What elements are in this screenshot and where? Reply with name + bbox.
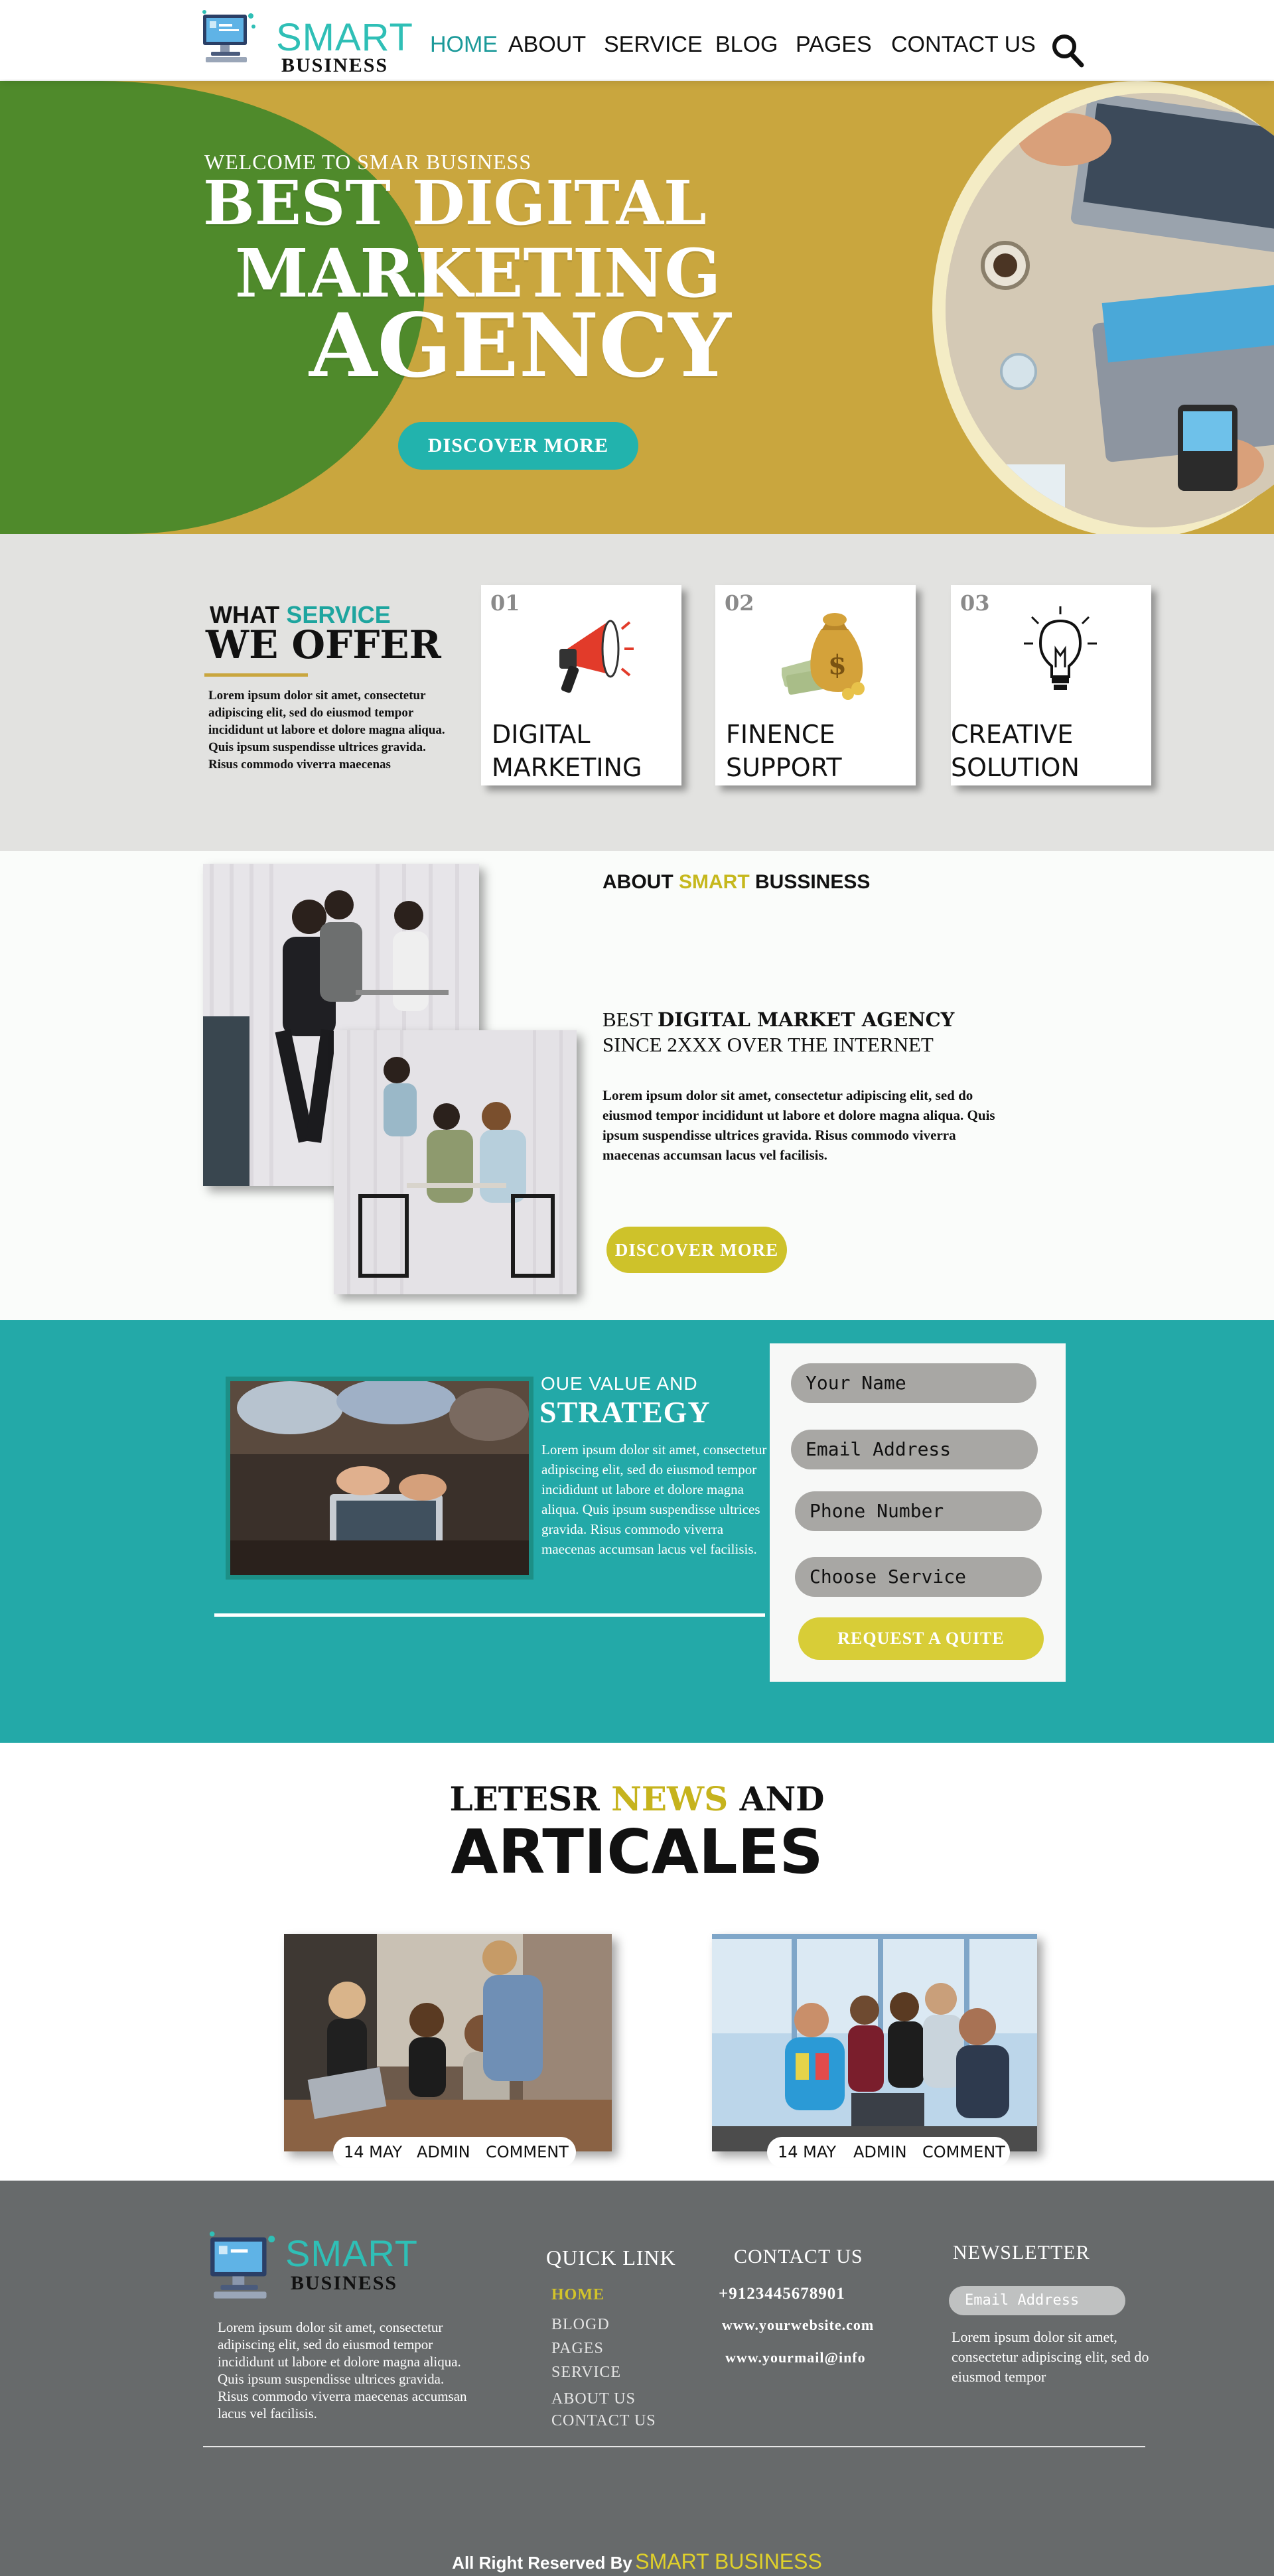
news-heading-letesr: LETESR <box>449 1779 600 1818</box>
footer-logo-business: BUSINESS <box>291 2272 398 2294</box>
nav-blog[interactable]: BLOG <box>715 33 778 56</box>
logo[interactable]: SMART BUSINESS <box>200 7 413 77</box>
footer-logo-smart: SMART <box>285 2232 418 2274</box>
service-card-title: FINENCE SUPPORT <box>726 718 842 784</box>
name-field[interactable]: Your Name <box>791 1363 1036 1403</box>
nav-pages[interactable]: PAGES <box>796 33 872 56</box>
footer-website[interactable]: www.yourwebsite.com <box>722 2317 874 2334</box>
footer-contact-title: CONTACT US <box>734 2246 863 2268</box>
hero-line-3: AGENCY <box>309 295 731 397</box>
service-card-title-line1: FINENCE <box>726 720 835 749</box>
about-subheading-line1: BEST DIGITAL MARKET AGENCY <box>602 1007 954 1032</box>
services-text: Lorem ipsum dolor sit amet, consectetur … <box>208 689 445 772</box>
about-subheading-bold: DIGITAL MARKET AGENCY <box>657 1008 955 1031</box>
megaphone-icon <box>559 620 634 693</box>
news-post-2-author[interactable]: ADMIN <box>853 2137 907 2167</box>
request-quote-button[interactable]: REQUEST A QUITE <box>798 1617 1044 1660</box>
footer-link-blogd[interactable]: BLOGD <box>551 2316 610 2334</box>
news-heading-line1: LETESR NEWS AND <box>0 1779 1274 1818</box>
news-post-1-image[interactable] <box>284 1934 612 2151</box>
about-photo-team-sitting <box>334 1030 577 1294</box>
email-field[interactable]: Email Address <box>791 1430 1038 1469</box>
service-card-creative-solution[interactable]: 03 CREATIVE SOLUTION <box>951 585 1151 785</box>
footer-link-service[interactable]: SERVICE <box>551 2364 621 2382</box>
service-card-number: 02 <box>725 590 754 616</box>
footer-about-text: Lorem ipsum dolor sit amet, consectetur … <box>218 2319 467 2421</box>
nav-contact-us[interactable]: CONTACT US <box>891 33 1036 56</box>
strategy-kicker: OUE VALUE AND <box>541 1373 698 1394</box>
about-discover-button[interactable]: DISCOVER MORE <box>606 1227 787 1273</box>
hero-discover-button[interactable]: DISCOVER MORE <box>398 422 638 470</box>
phone-field[interactable]: Phone Number <box>795 1491 1042 1531</box>
about-heading-smart: SMART <box>679 871 750 893</box>
nav-about[interactable]: ABOUT <box>508 33 586 56</box>
site-header: SMART BUSINESS HOME ABOUT SERVICE BLOG P… <box>0 0 1274 80</box>
strategy-text: Lorem ipsum dolor sit amet, consectetur … <box>541 1442 767 1557</box>
search-icon[interactable] <box>1051 33 1084 68</box>
news-heading-news: NEWS <box>611 1779 729 1818</box>
strategy-divider <box>214 1613 765 1617</box>
strategy-photo-laptop <box>230 1381 529 1575</box>
service-card-title-line1: CREATIVE <box>951 720 1074 749</box>
footer-link-about-us[interactable]: ABOUT US <box>551 2390 636 2408</box>
about-subheading: BEST DIGITAL MARKET AGENCY SINCE 2XXX OV… <box>602 1007 954 1057</box>
about-text: Lorem ipsum dolor sit amet, consectetur … <box>602 1087 995 1163</box>
service-card-number: 03 <box>960 590 990 616</box>
services-heading-offer: WE OFFER <box>206 622 441 667</box>
footer-link-contact-us[interactable]: CONTACT US <box>551 2412 656 2430</box>
computer-monitor-icon <box>209 2231 275 2299</box>
news-post-1-author[interactable]: ADMIN <box>417 2137 470 2167</box>
about-heading: ABOUT SMART BUSSINESS <box>602 871 870 894</box>
strategy-photo-frame <box>226 1377 533 1580</box>
service-card-title-line1: DIGITAL <box>492 720 591 749</box>
service-card-number: 01 <box>490 590 520 616</box>
news-post-2-comment[interactable]: COMMENT <box>922 2137 1005 2167</box>
news-post-2-date: 14 MAY <box>778 2143 837 2161</box>
footer-link-pages[interactable]: PAGES <box>551 2340 604 2358</box>
footer-phone[interactable]: +9123445678901 <box>719 2285 845 2303</box>
services-heading-underline <box>204 673 308 677</box>
money-bag-icon: $ <box>782 613 865 700</box>
footer-quick-link-title: QUICK LINK <box>546 2246 676 2270</box>
logo-smart-text: SMART <box>276 16 413 59</box>
service-card-title-line2: SOLUTION <box>951 753 1080 782</box>
computer-monitor-icon <box>202 10 255 62</box>
copyright-brand: SMART BUSINESS <box>635 2549 822 2573</box>
news-heading-articales: ARTICALES <box>451 1816 823 1887</box>
service-card-title: DIGITAL MARKETING <box>492 718 642 784</box>
news-post-1-comment[interactable]: COMMENT <box>486 2137 569 2167</box>
copyright: All Right Reserved By SMART BUSINESS <box>0 2549 1274 2574</box>
news-post-1-date: 14 MAY <box>344 2143 403 2161</box>
service-card-digital-marketing[interactable]: 01 DIGITAL MARKETING <box>481 585 681 785</box>
about-subheading-line2: SINCE 2XXX OVER THE INTERNET <box>602 1033 934 1056</box>
hero-section: WELCOME TO SMAR BUSINESS BEST DIGITAL MA… <box>0 81 1274 534</box>
service-card-title-line2: SUPPORT <box>726 753 842 782</box>
service-card-title-line2: MARKETING <box>492 753 642 782</box>
news-post-1-meta: 14 MAY ADMIN COMMENT <box>333 2137 576 2167</box>
strategy-title: STRATEGY <box>539 1395 711 1429</box>
news-heading-and: AND <box>739 1779 825 1818</box>
service-card-title: CREATIVE SOLUTION <box>951 718 1080 784</box>
footer-logo[interactable]: SMART BUSINESS <box>207 2227 419 2307</box>
nav-service[interactable]: SERVICE <box>604 33 703 56</box>
news-post-2-meta: 14 MAY ADMIN COMMENT <box>767 2137 1010 2167</box>
service-card-finance-support[interactable]: 02 $ FINENCE SUPPORT <box>715 585 916 785</box>
about-subheading-best: BEST <box>602 1008 653 1031</box>
about-heading-about: ABOUT <box>602 871 673 893</box>
footer-newsletter-text: Lorem ipsum dolor sit amet, consectetur … <box>952 2329 1149 2385</box>
footer-email[interactable]: www.yourmail@info <box>725 2349 866 2366</box>
copyright-text: All Right Reserved By <box>452 2553 632 2573</box>
nav-home[interactable]: HOME <box>430 33 498 56</box>
footer-newsletter-title: NEWSLETTER <box>953 2242 1090 2264</box>
hero-line-1: BEST DIGITAL <box>203 167 707 239</box>
svg-text:$: $ <box>828 649 847 681</box>
about-heading-business: BUSSINESS <box>755 871 871 893</box>
footer-divider <box>203 2446 1145 2447</box>
logo-business-text: BUSINESS <box>281 54 389 76</box>
lightbulb-icon <box>1024 606 1097 690</box>
footer-link-home[interactable]: HOME <box>551 2286 604 2304</box>
news-post-2-image[interactable] <box>712 1934 1037 2151</box>
choose-service-select[interactable]: Choose Service <box>795 1557 1042 1597</box>
newsletter-email-input[interactable]: Email Address <box>949 2286 1125 2315</box>
